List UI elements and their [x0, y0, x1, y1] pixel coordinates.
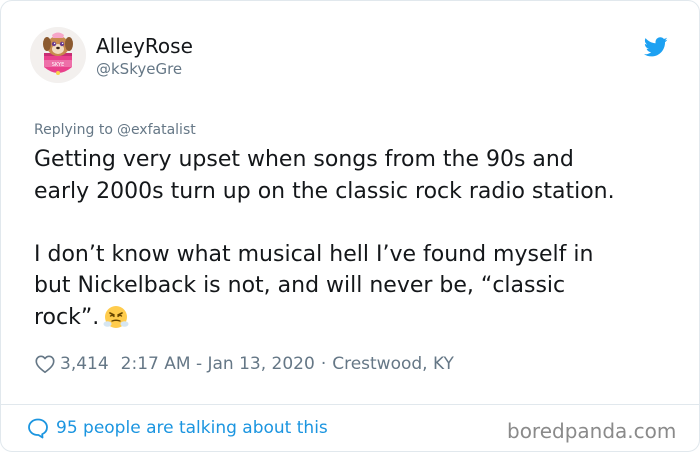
timestamp-link[interactable]: 2:17 AM - Jan 13, 2020 — [121, 354, 315, 374]
divider — [1, 404, 699, 405]
meta-separator: · — [320, 354, 327, 374]
user-handle[interactable]: @kSkyeGre — [96, 60, 182, 78]
tweet-meta: 3,414 2:17 AM - Jan 13, 2020 · Crestwood… — [34, 353, 454, 375]
reply-context: Replying to @exfatalist — [34, 122, 196, 138]
tweet-line: rock”. — [34, 304, 100, 330]
tweet-line: but Nickelback is not, and will never be… — [34, 273, 566, 298]
talking-about-link[interactable]: 95 people are talking about this — [26, 416, 328, 440]
tweet-line-last: rock”. — [34, 302, 684, 334]
twitter-bird-icon[interactable] — [644, 35, 668, 59]
speech-bubble-icon — [28, 418, 48, 439]
tweet-line: early 2000s turn up on the classic rock … — [34, 178, 615, 204]
reply-mention-link[interactable]: @exfatalist — [117, 122, 196, 138]
watermark: boredpanda.com — [507, 419, 677, 443]
location-link[interactable]: Crestwood, KY — [332, 354, 454, 374]
tweet-line: I don’t know what musical hell I’ve foun… — [34, 241, 594, 267]
tweet-line: Getting very upset when songs from the 9… — [34, 147, 574, 172]
face-with-steam-from-nose-icon — [103, 305, 129, 328]
display-name[interactable]: AlleyRose — [96, 34, 193, 58]
avatar-badge-text: SKYE — [52, 62, 65, 68]
like-count[interactable]: 3,414 — [60, 354, 109, 374]
tweet-card: SKYE AlleyRose @kSkyeGre Replying to @exf… — [0, 0, 700, 452]
tweet-text: Getting very upset when songs from the 9… — [34, 144, 684, 333]
avatar[interactable]: SKYE — [30, 27, 86, 83]
talking-about-text: 95 people are talking about this — [56, 418, 328, 438]
reply-prefix: Replying to — [34, 122, 113, 138]
heart-icon[interactable] — [34, 353, 56, 375]
skye-badge-avatar-icon: SKYE — [30, 27, 86, 83]
